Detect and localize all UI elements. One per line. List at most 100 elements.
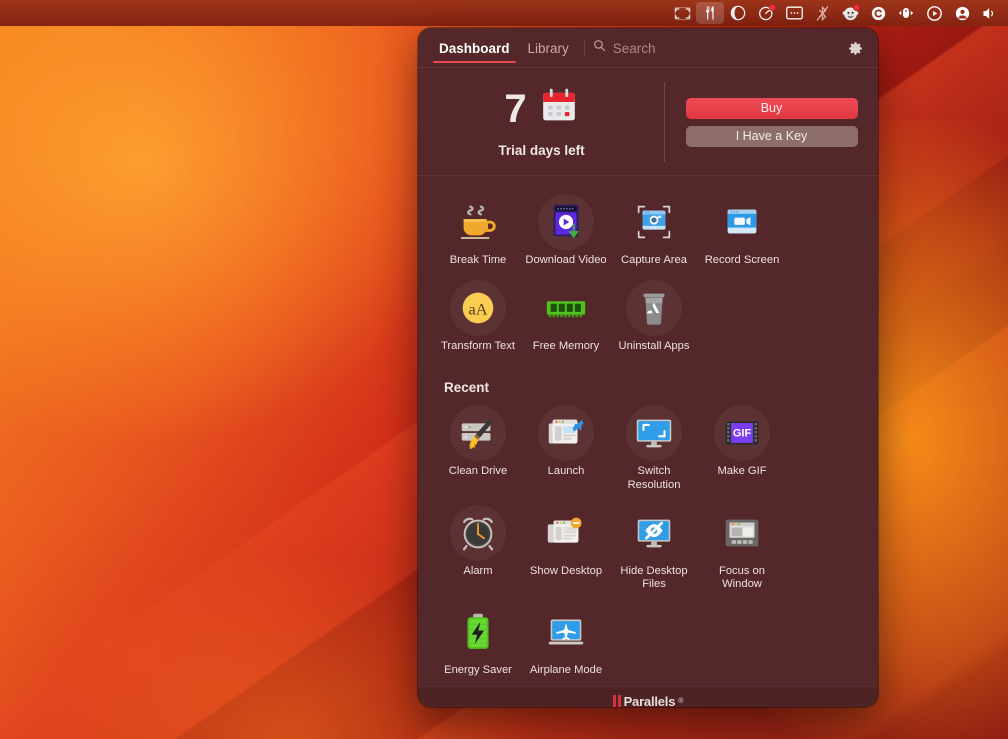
parallels-logo: Parallels ® [612, 693, 684, 707]
trial-info: 7 Trial days left [418, 68, 665, 176]
airplane-mode-icon [538, 604, 594, 660]
tile-label: Clean Drive [448, 464, 508, 477]
energy-saver-icon [450, 604, 506, 660]
switch-resolution-icon [626, 404, 682, 461]
moon-phase-icon[interactable] [724, 2, 752, 24]
tile-capture-area[interactable]: Capture Area [610, 190, 698, 276]
tile-label: Free Memory [532, 339, 600, 352]
monkey-face-icon[interactable] [836, 2, 864, 24]
tile-label: Capture Area [621, 254, 687, 266]
tile-energy-saver[interactable]: Energy Saver [434, 600, 522, 686]
parallels-toolbox-panel: Dashboard Library Search 7 Trial days le… [418, 28, 878, 707]
alarm-clock-icon [450, 504, 506, 561]
tile-airplane-mode[interactable]: Airplane Mode [522, 600, 610, 686]
search-field[interactable]: Search [593, 39, 844, 57]
trial-days-row: 7 [504, 87, 578, 132]
trial-days-label: Trial days left [498, 142, 585, 158]
tools-section: Break Time Download Video Capture Area Reco… [418, 176, 878, 366]
tile-hide-desktop-files[interactable]: Hide Desktop Files [610, 501, 698, 601]
bluetooth-off-icon[interactable] [808, 2, 836, 24]
tile-show-desktop[interactable]: Show Desktop [522, 501, 610, 601]
user-account-icon[interactable] [948, 2, 976, 24]
tile-label: Energy Saver [444, 664, 512, 677]
tile-uninstall-apps[interactable]: Uninstall Apps [610, 276, 698, 362]
gear-icon[interactable] [844, 37, 866, 59]
focus-on-window-icon [714, 505, 770, 561]
download-video-icon [538, 194, 594, 250]
panel-header: Dashboard Library Search [418, 28, 878, 68]
tile-label: Switch Resolution [627, 464, 681, 491]
copyright-circle-icon[interactable] [864, 2, 892, 24]
show-desktop-icon [538, 505, 594, 561]
tile-label: Show Desktop [529, 564, 603, 577]
launch-icon [538, 404, 594, 461]
tile-focus-on-window[interactable]: Focus on Window [698, 501, 786, 601]
calendar-icon [539, 87, 579, 132]
search-placeholder: Search [612, 40, 656, 56]
macos-menu-bar [0, 0, 1008, 26]
header-divider [583, 39, 585, 57]
tab-dashboard[interactable]: Dashboard [430, 28, 519, 68]
parallels-trademark: ® [678, 697, 684, 705]
play-circle-icon[interactable] [920, 2, 948, 24]
trial-actions: Buy I Have a Key [665, 97, 878, 147]
notification-badge [853, 4, 860, 11]
tile-label: Break Time [449, 254, 507, 266]
notification-badge [769, 4, 776, 11]
tile-label: Alarm [463, 564, 493, 577]
recent-heading: Recent [444, 379, 490, 395]
tile-record-screen[interactable]: Record Screen [698, 190, 786, 276]
tile-label: Transform Text [441, 339, 515, 352]
tile-switch-resolution[interactable]: Switch Resolution [610, 401, 698, 501]
make-gif-icon: GIF [714, 404, 770, 461]
tile-download-video[interactable]: Download Video [522, 190, 610, 276]
tile-transform-text[interactable]: aA Transform Text [434, 276, 522, 362]
record-screen-icon [714, 194, 770, 250]
tab-library[interactable]: Library [519, 28, 578, 68]
tile-label: Airplane Mode [529, 664, 603, 677]
tile-break-time[interactable]: Break Time [434, 190, 522, 276]
recent-grid: Clean Drive Launch Switch Resolution GIF Mak… [434, 401, 862, 686]
tile-label: Make GIF [717, 464, 767, 477]
screen-capture-icon[interactable] [668, 2, 696, 24]
transform-text-icon: aA [450, 279, 506, 336]
mouse-pointer-icon[interactable] [892, 2, 920, 24]
capture-area-icon [626, 194, 682, 250]
memory-module-icon [538, 280, 594, 336]
tile-label: Uninstall Apps [618, 339, 690, 352]
tile-alarm[interactable]: Alarm [434, 501, 522, 601]
tab-library-label: Library [527, 40, 569, 56]
coffee-cup-icon [450, 194, 506, 250]
restaurant-utensils-icon[interactable] [696, 2, 724, 24]
tools-grid: Break Time Download Video Capture Area Reco… [434, 190, 862, 362]
svg-text:aA: aA [469, 299, 488, 318]
panel-footer: Parallels ® [418, 686, 878, 707]
tab-dashboard-label: Dashboard [439, 40, 510, 56]
have-key-button[interactable]: I Have a Key [685, 125, 858, 147]
tile-launch[interactable]: Launch [522, 401, 610, 501]
shield-badge-icon[interactable] [752, 2, 780, 24]
buy-button[interactable]: Buy [685, 97, 858, 119]
hide-desktop-files-icon [626, 505, 682, 561]
tile-clean-drive[interactable]: Clean Drive [434, 401, 522, 501]
recent-section: Recent Clean Drive Launch Switch Resolutio… [418, 366, 878, 686]
tile-label: Launch [547, 464, 585, 477]
tile-free-memory[interactable]: Free Memory [522, 276, 610, 362]
parallels-bars-icon [612, 694, 621, 707]
wallpaper-glow-topleft [0, 0, 460, 440]
tile-label: Focus on Window [718, 564, 766, 591]
menu-bar-status-items [668, 0, 1008, 26]
uninstall-apps-icon [626, 279, 682, 336]
clean-drive-icon [450, 404, 506, 461]
trial-days-number: 7 [504, 87, 527, 131]
svg-text:GIF: GIF [733, 427, 752, 439]
search-icon [593, 39, 606, 57]
tile-label: Hide Desktop Files [620, 564, 688, 591]
volume-icon[interactable] [976, 2, 1004, 24]
tile-make-gif[interactable]: GIF Make GIF [698, 401, 786, 501]
trial-section: 7 Trial days left Buy I Have a Key [418, 68, 878, 176]
tile-label: Record Screen [704, 254, 780, 266]
tile-label: Download Video [525, 254, 607, 266]
window-manager-icon[interactable] [780, 2, 808, 24]
parallels-wordmark: Parallels [623, 693, 676, 707]
